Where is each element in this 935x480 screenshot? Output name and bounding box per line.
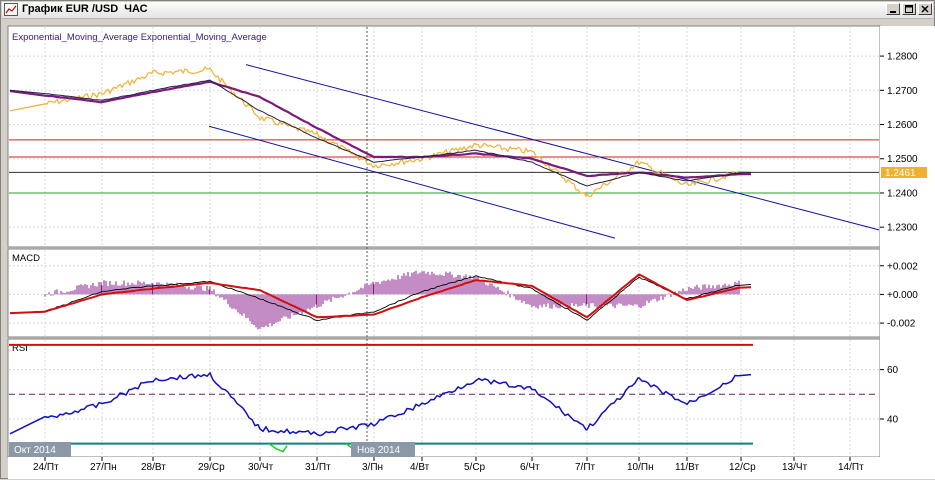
date-label: 10/Пн: [627, 462, 654, 473]
macd-tick: +0.002: [887, 261, 918, 272]
date-label: 7/Пт: [575, 462, 596, 473]
macd-label: MACD: [12, 253, 40, 264]
price-tick: 1.2500: [887, 154, 918, 165]
current-price-label: 1.2461: [885, 168, 916, 179]
price-panel[interactable]: [7, 25, 881, 248]
date-label: 3/Пн: [362, 462, 383, 473]
price-tick: 1.2600: [887, 120, 918, 131]
ema-legend: Exponential_Moving_Average Exponential_M…: [12, 32, 267, 43]
price-tick: 1.2300: [887, 223, 918, 234]
date-label: 31/Пт: [305, 462, 331, 473]
month-label-nov: Нов 2014: [357, 445, 401, 456]
date-label: 4/Вт: [410, 462, 430, 473]
price-tick: 1.2800: [887, 52, 918, 63]
date-label: 6/Чт: [520, 462, 540, 473]
date-label: 24/Пт: [33, 462, 59, 473]
date-label: 12/Ср: [729, 462, 756, 473]
rsi-tick: 60: [887, 365, 899, 376]
macd-tick: -0.002: [887, 319, 916, 330]
rsi-panel[interactable]: [7, 338, 881, 458]
price-tick: 1.2400: [887, 188, 918, 199]
date-label: 5/Ср: [464, 462, 486, 473]
chart-area[interactable]: Exponential_Moving_Average Exponential_M…: [1, 1, 935, 480]
month-label-oct: Окт 2014: [14, 445, 56, 456]
date-label: 13/Чт: [782, 462, 808, 473]
date-label: 14/Пт: [838, 462, 864, 473]
chart-window: График EUR /USD ЧАС Exponential_Moving_A…: [0, 0, 935, 479]
date-label: 29/Ср: [198, 462, 225, 473]
rsi-tick: 40: [887, 414, 899, 425]
price-tick: 1.2700: [887, 86, 918, 97]
date-label: 27/Пн: [90, 462, 117, 473]
macd-tick: +0.000: [887, 290, 918, 301]
date-label: 11/Вт: [675, 462, 699, 473]
date-label: 30/Чт: [248, 462, 274, 473]
date-label: 28/Вт: [141, 462, 166, 473]
